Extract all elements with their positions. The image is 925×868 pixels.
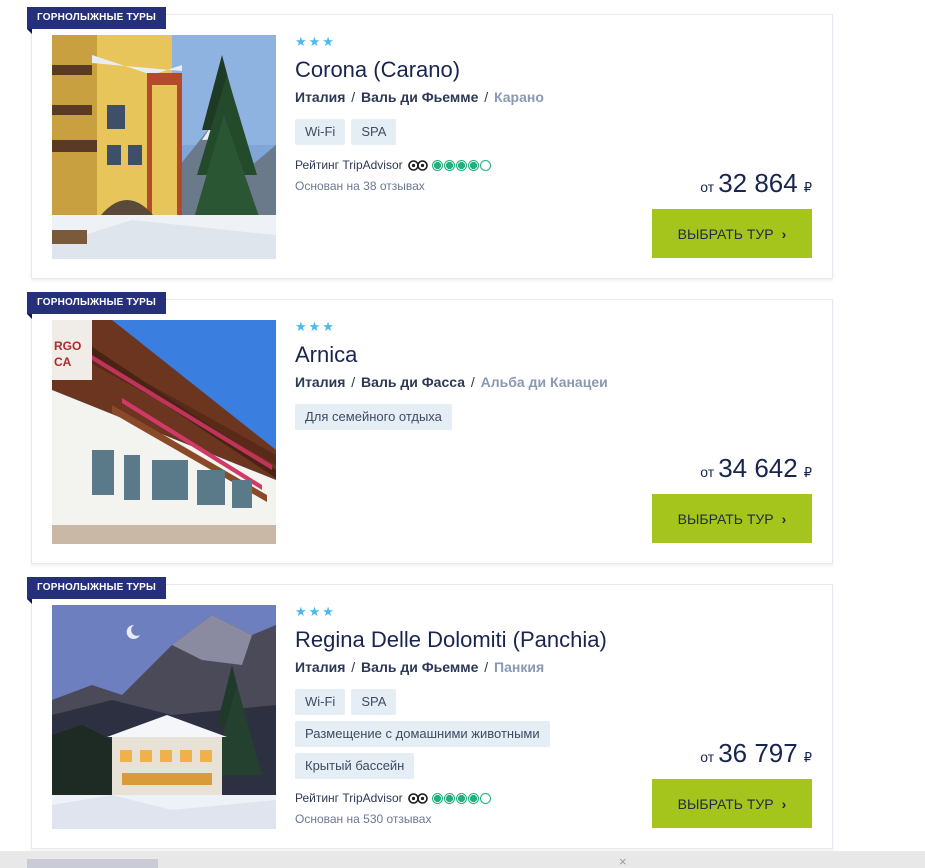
category-badge: ГОРНОЛЫЖНЫЕ ТУРЫ xyxy=(27,577,167,604)
hotel-name[interactable]: Arnica xyxy=(295,341,357,369)
hotel-photo[interactable] xyxy=(52,35,276,259)
price-from-label: от xyxy=(700,179,715,195)
currency-icon: ₽ xyxy=(803,750,812,765)
hotel-photo-image xyxy=(52,605,276,829)
amenity-tag: SPA xyxy=(351,119,397,145)
price: от 34 642 ₽ xyxy=(700,453,812,484)
svg-text:RGO: RGO xyxy=(54,339,81,353)
rating-source: TripAdvisor xyxy=(342,791,403,805)
select-tour-label: ВЫБРАТЬ ТУР xyxy=(677,510,774,527)
hotel-photo-image xyxy=(52,35,276,259)
amenity-tag: Для семейного отдыха xyxy=(295,404,452,430)
rating-bubble-empty xyxy=(479,159,491,171)
chevron-right-icon: › xyxy=(781,795,787,812)
rating-bubble-filled xyxy=(467,792,479,804)
hotel-name[interactable]: Regina Delle Dolomiti (Panchia) xyxy=(295,626,607,654)
amenity-tags: Для семейного отдыха xyxy=(295,404,615,436)
bottom-panel-tab[interactable] xyxy=(27,859,158,868)
rating-source: TripAdvisor xyxy=(342,158,403,172)
bottom-panel: × xyxy=(0,851,925,868)
amenity-tag: Wi-Fi xyxy=(295,119,346,145)
rating-bubble-filled xyxy=(455,159,467,171)
hotel-photo[interactable]: RGO CA xyxy=(52,320,276,544)
hotel-photo-image: RGO CA xyxy=(52,320,276,544)
star-rating: ★★★ xyxy=(295,604,336,619)
hotel-photo[interactable] xyxy=(52,605,276,829)
tripadvisor-owl-icon xyxy=(407,793,428,804)
select-tour-button[interactable]: ВЫБРАТЬ ТУР › xyxy=(652,494,812,543)
chevron-right-icon: › xyxy=(781,510,787,527)
hotel-location: Италия / Валь ди Фасса / Альба ди Канаце… xyxy=(295,374,608,390)
currency-icon: ₽ xyxy=(803,465,812,480)
tripadvisor-rating: Рейтинг TripAdvisor xyxy=(295,790,491,806)
review-count: Основан на 38 отзывах xyxy=(295,179,425,193)
category-badge: ГОРНОЛЫЖНЫЕ ТУРЫ xyxy=(27,7,167,34)
svg-text:CA: CA xyxy=(54,355,72,369)
select-tour-button[interactable]: ВЫБРАТЬ ТУР › xyxy=(652,209,812,258)
location-region: Валь ди Фьемме xyxy=(361,659,479,675)
star-rating: ★★★ xyxy=(295,319,336,334)
location-country: Италия xyxy=(295,659,346,675)
rating-bubbles xyxy=(431,159,491,171)
location-region: Валь ди Фасса xyxy=(361,374,465,390)
price-amount: 32 864 xyxy=(718,168,798,198)
rating-bubble-empty xyxy=(479,792,491,804)
amenity-tag: SPA xyxy=(351,689,397,715)
chevron-right-icon: › xyxy=(781,225,787,242)
hotel-location: Италия / Валь ди Фьемме / Карано xyxy=(295,89,544,105)
amenity-tags: Wi-Fi SPA xyxy=(295,119,615,151)
amenity-tag: Размещение с домашними животными xyxy=(295,721,550,747)
amenity-tags: Wi-Fi SPA Размещение с домашними животны… xyxy=(295,689,615,785)
rating-bubble-filled xyxy=(455,792,467,804)
select-tour-label: ВЫБРАТЬ ТУР xyxy=(677,795,774,812)
review-count: Основан на 530 отзывах xyxy=(295,812,432,826)
hotel-card[interactable]: ГОРНОЛЫЖНЫЕ ТУРЫ ★★★ Corona (Carano) Ита… xyxy=(27,7,833,279)
star-rating: ★★★ xyxy=(295,34,336,49)
price-amount: 36 797 xyxy=(718,738,798,768)
rating-bubble-filled xyxy=(431,159,443,171)
currency-icon: ₽ xyxy=(803,180,812,195)
hotel-card[interactable]: ГОРНОЛЫЖНЫЕ ТУРЫ RGO CA ★★★ Arnica Итали… xyxy=(27,292,833,564)
tripadvisor-owl-icon xyxy=(407,160,428,171)
rating-label: Рейтинг xyxy=(295,791,340,805)
tripadvisor-rating: Рейтинг TripAdvisor xyxy=(295,157,491,173)
rating-bubble-filled xyxy=(467,159,479,171)
price-from-label: от xyxy=(700,749,715,765)
price: от 36 797 ₽ xyxy=(700,738,812,769)
location-country: Италия xyxy=(295,374,346,390)
location-region: Валь ди Фьемме xyxy=(361,89,479,105)
rating-bubble-filled xyxy=(443,159,455,171)
price-from-label: от xyxy=(700,464,715,480)
rating-label: Рейтинг xyxy=(295,158,340,172)
amenity-tag: Wi-Fi xyxy=(295,689,346,715)
price-amount: 34 642 xyxy=(718,453,798,483)
location-city[interactable]: Панкия xyxy=(494,659,544,675)
rating-bubbles xyxy=(431,792,491,804)
close-icon[interactable]: × xyxy=(619,855,627,868)
hotel-name[interactable]: Corona (Carano) xyxy=(295,56,460,84)
location-city[interactable]: Карано xyxy=(494,89,544,105)
location-city[interactable]: Альба ди Канацеи xyxy=(481,374,608,390)
location-country: Италия xyxy=(295,89,346,105)
hotel-location: Италия / Валь ди Фьемме / Панкия xyxy=(295,659,545,675)
price: от 32 864 ₽ xyxy=(700,168,812,199)
category-badge: ГОРНОЛЫЖНЫЕ ТУРЫ xyxy=(27,292,167,319)
rating-bubble-filled xyxy=(431,792,443,804)
amenity-tag: Крытый бассейн xyxy=(295,753,415,779)
select-tour-label: ВЫБРАТЬ ТУР xyxy=(677,225,774,242)
hotel-card[interactable]: ГОРНОЛЫЖНЫЕ ТУРЫ ★★★ Regina Delle Dolomi… xyxy=(27,577,833,849)
rating-bubble-filled xyxy=(443,792,455,804)
select-tour-button[interactable]: ВЫБРАТЬ ТУР › xyxy=(652,779,812,828)
